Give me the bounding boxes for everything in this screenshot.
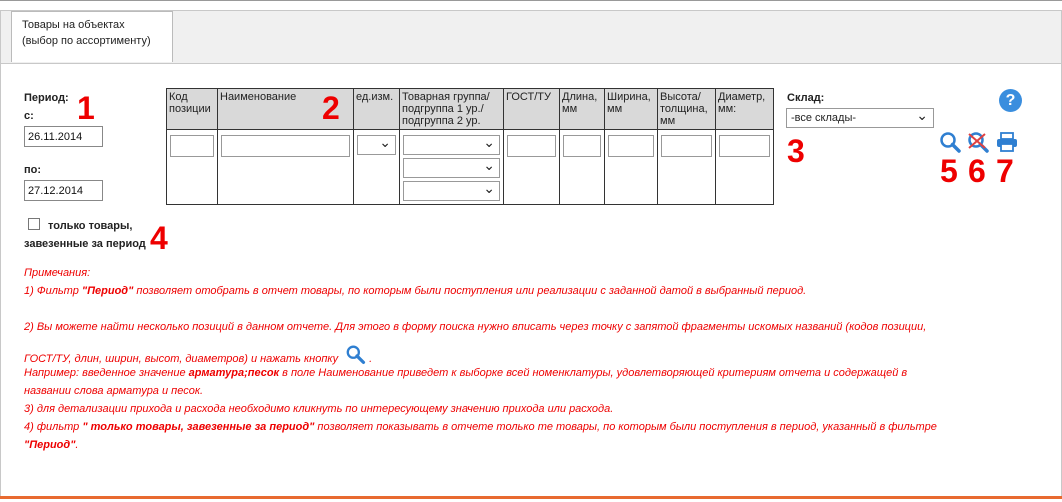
marker-6: 6	[968, 153, 986, 189]
note-2-line1: 2) Вы можете найти несколько позиций в д…	[24, 321, 927, 333]
note-4-line1: 4) фильтр " только товары, завезенные за…	[24, 421, 937, 433]
top-border	[0, 0, 1062, 1]
print-icon[interactable]	[996, 132, 1018, 152]
cell-diameter	[715, 129, 774, 205]
width-input[interactable]	[608, 135, 654, 157]
tab-label-line2: (выбор по ассортименту)	[22, 35, 151, 47]
cell-height	[657, 129, 716, 205]
note-2-line2: ГОСТ/ТУ, длин, ширин, высот, диаметров) …	[24, 344, 1034, 365]
header-gost: ГОСТ/ТУ	[503, 88, 560, 130]
notes-title: Примечания:	[24, 267, 91, 279]
subgroup2-select[interactable]	[403, 179, 500, 201]
cell-unit	[353, 129, 400, 205]
marker-2: 2	[322, 90, 340, 126]
period-to-input[interactable]	[24, 180, 103, 201]
group-select[interactable]	[403, 133, 500, 155]
diameter-input[interactable]	[719, 135, 770, 157]
name-input[interactable]	[221, 135, 350, 157]
cell-gost	[503, 129, 560, 205]
code-input[interactable]	[170, 135, 214, 157]
header-code: Код позиции	[166, 88, 218, 130]
bottom-border	[0, 496, 1062, 499]
only-goods-label-line2: завезенные за период	[24, 238, 146, 250]
clear-search-icon[interactable]	[966, 131, 992, 153]
header-height: Высота/ толщина, мм	[657, 88, 716, 130]
header-width: Ширина, мм	[604, 88, 658, 130]
height-input[interactable]	[661, 135, 712, 157]
header-unit: ед.изм.	[353, 88, 400, 130]
help-icon[interactable]: ?	[999, 89, 1022, 112]
period-label: Период:	[24, 92, 69, 104]
cell-code	[166, 129, 218, 205]
marker-7: 7	[996, 153, 1014, 189]
cell-group	[399, 129, 504, 205]
cell-width	[604, 129, 658, 205]
tab-label-line1: Товары на объектах	[22, 19, 125, 31]
length-input[interactable]	[563, 135, 601, 157]
marker-4: 4	[150, 220, 168, 256]
tab-goods-on-objects[interactable]: Товары на объектах (выбор по ассортимент…	[11, 11, 173, 62]
marker-3: 3	[787, 133, 805, 169]
cell-name	[217, 129, 354, 205]
period-to-label: по:	[24, 164, 42, 176]
example-line1: Например: введенное значение арматура;пе…	[24, 367, 908, 379]
marker-5: 5	[940, 153, 958, 189]
warehouse-label: Склад:	[787, 92, 825, 104]
note-1: 1) Фильтр "Период" позволяет отобрать в …	[24, 285, 807, 297]
filter-table: Код позиции Наименование ед.изм. Товарна…	[166, 88, 774, 205]
period-from-label: с:	[24, 110, 34, 122]
example-line2: названии слова арматура и песок.	[24, 385, 204, 397]
period-from-input[interactable]	[24, 126, 103, 147]
gost-input[interactable]	[507, 135, 556, 157]
search-icon[interactable]	[939, 131, 965, 153]
marker-1: 1	[77, 90, 95, 126]
inline-search-icon	[346, 345, 366, 365]
cell-length	[559, 129, 605, 205]
note-3: 3) для детализации прихода и расхода нео…	[24, 403, 614, 415]
subgroup1-select[interactable]	[403, 156, 500, 178]
header-length: Длина, мм	[559, 88, 605, 130]
header-group: Товарная группа/ подгруппа 1 ур./ подгру…	[399, 88, 504, 130]
notes-block: Примечания: 1) Фильтр "Период" позволяет…	[24, 264, 1034, 454]
only-goods-checkbox[interactable]	[28, 218, 40, 230]
warehouse-select[interactable]: -все склады-	[786, 106, 934, 128]
only-goods-label-line1: только товары,	[48, 220, 133, 232]
note-4-line2: "Период".	[24, 439, 79, 451]
unit-select[interactable]	[357, 133, 396, 155]
header-diameter: Диаметр, мм:	[715, 88, 774, 130]
